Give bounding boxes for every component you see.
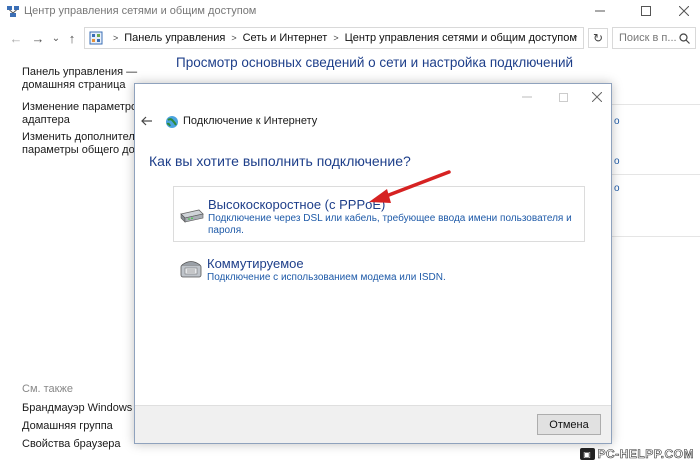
dialup-icon bbox=[180, 261, 202, 278]
maximize-icon bbox=[558, 92, 568, 102]
divider bbox=[612, 174, 700, 175]
option-dialup[interactable]: Коммутируемое Подключение с использовани… bbox=[173, 250, 585, 290]
back-button[interactable]: ← bbox=[8, 29, 24, 47]
option-title: Высокоскоростное (с PPPoE) bbox=[208, 197, 386, 212]
background-link[interactable]: о bbox=[614, 183, 620, 194]
see-also-label: См. также bbox=[22, 383, 73, 395]
up-button[interactable]: ↑ bbox=[64, 29, 80, 47]
page-heading: Просмотр основных сведений о сети и наст… bbox=[176, 55, 574, 70]
browser-properties-link[interactable]: Свойства браузера bbox=[22, 438, 121, 451]
home-link-line-1: Панель управления — bbox=[22, 66, 138, 78]
connect-to-internet-dialog: Подключение к Интернету Как вы хотите вы… bbox=[134, 83, 612, 444]
divider bbox=[612, 236, 700, 237]
option-title: Коммутируемое bbox=[207, 256, 304, 271]
maximize-button[interactable] bbox=[626, 0, 666, 22]
dialog-back-button[interactable] bbox=[141, 114, 153, 129]
breadcrumb-network-center[interactable]: Центр управления сетями и общим доступом bbox=[345, 32, 577, 44]
navigation-bar: ← → ⌄ ↑ > Панель управления > Сеть и Инт… bbox=[0, 26, 700, 50]
breadcrumb-separator[interactable]: > bbox=[231, 33, 236, 43]
window-title: Центр управления сетями и общим доступом bbox=[24, 5, 257, 17]
control-panel-icon bbox=[89, 31, 103, 45]
minimize-icon bbox=[595, 10, 605, 12]
internet-connection-icon bbox=[166, 116, 178, 128]
dialog-maximize-button[interactable] bbox=[549, 88, 577, 106]
modem-icon bbox=[180, 209, 204, 223]
network-center-icon bbox=[7, 6, 19, 17]
dialog-question: Как вы хотите выполнить подключение? bbox=[149, 153, 411, 169]
home-link-line-2: домашняя страница bbox=[22, 79, 126, 91]
title-bar: Центр управления сетями и общим доступом bbox=[0, 0, 700, 24]
search-icon bbox=[679, 33, 690, 44]
cancel-button[interactable]: Отмена bbox=[537, 414, 601, 435]
search-placeholder: Поиск в п... bbox=[619, 32, 677, 44]
refresh-button[interactable]: ↻ bbox=[588, 28, 608, 48]
breadcrumb-control-panel[interactable]: Панель управления bbox=[124, 32, 225, 44]
close-button[interactable] bbox=[664, 0, 700, 22]
dialog-footer: Отмена bbox=[135, 405, 611, 443]
watermark-text: PC-HELPP.COM bbox=[597, 447, 694, 462]
minimize-button[interactable] bbox=[580, 0, 620, 22]
maximize-icon bbox=[641, 6, 651, 16]
option-description: Подключение через DSL или кабель, требую… bbox=[208, 213, 572, 236]
network-center-window: Центр управления сетями и общим доступом… bbox=[0, 0, 700, 465]
control-panel-home-link[interactable]: Панель управления — домашняя страница bbox=[22, 66, 137, 92]
close-icon bbox=[679, 6, 689, 16]
breadcrumb-separator: > bbox=[113, 33, 119, 43]
windows-firewall-link[interactable]: Брандмауэр Windows bbox=[22, 402, 132, 415]
recent-dropdown[interactable]: ⌄ bbox=[48, 29, 64, 47]
breadcrumb-network-internet[interactable]: Сеть и Интернет bbox=[243, 32, 328, 44]
address-dropdown-icon[interactable]: ⌄ bbox=[571, 30, 579, 41]
search-input[interactable]: Поиск в п... bbox=[612, 27, 696, 49]
adapter-link-line-2: адаптера bbox=[22, 114, 70, 126]
watermark: ▣ PC-HELPP.COM bbox=[579, 447, 694, 462]
dialog-close-button[interactable] bbox=[583, 88, 611, 106]
background-link[interactable]: о bbox=[614, 156, 620, 167]
close-icon bbox=[592, 92, 602, 102]
monitor-logo-icon: ▣ bbox=[579, 448, 595, 460]
red-arrow-annotation bbox=[369, 170, 451, 203]
divider bbox=[612, 104, 700, 105]
homegroup-link[interactable]: Домашняя группа bbox=[22, 420, 113, 433]
minimize-icon bbox=[522, 96, 532, 98]
forward-button[interactable]: → bbox=[30, 29, 46, 47]
adapter-link-line-1: Изменение параметров bbox=[22, 101, 143, 113]
back-arrow-icon bbox=[141, 116, 152, 126]
option-description: Подключение с использованием модема или … bbox=[207, 272, 446, 283]
change-adapter-settings-link[interactable]: Изменение параметров адаптера bbox=[22, 101, 143, 127]
background-link[interactable]: о bbox=[614, 116, 620, 127]
breadcrumb-separator[interactable]: > bbox=[333, 33, 338, 43]
address-bar[interactable]: > Панель управления > Сеть и Интернет > … bbox=[84, 27, 584, 49]
dialog-title: Подключение к Интернету bbox=[183, 115, 318, 127]
dialog-minimize-button[interactable] bbox=[513, 88, 541, 106]
